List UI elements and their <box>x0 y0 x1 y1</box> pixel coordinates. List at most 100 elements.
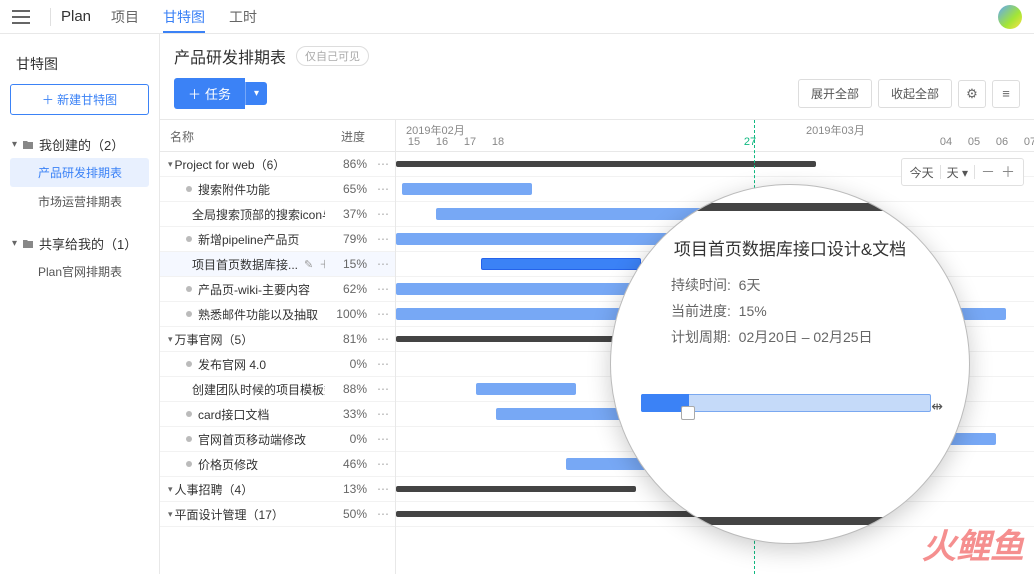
day-cell <box>792 136 820 148</box>
zoom-in-icon[interactable]: ＋ <box>1001 162 1015 182</box>
task-row[interactable]: ▾万事官网（5）81%⋯ <box>160 327 395 352</box>
task-row[interactable]: 创建团队时候的项目模板数据88%⋯ <box>160 377 395 402</box>
chevron-down-icon[interactable]: ▾ <box>168 159 173 170</box>
day-cell <box>624 136 652 148</box>
task-row[interactable]: 搜索附件功能65%⋯ <box>160 177 395 202</box>
more-icon[interactable]: ⋯ <box>371 432 395 446</box>
group-bar[interactable] <box>396 486 636 492</box>
chevron-down-icon[interactable]: ▾ <box>168 334 173 345</box>
tree-item[interactable]: 市场运营排期表 <box>10 187 149 216</box>
task-progress: 65% <box>325 182 371 196</box>
more-icon[interactable]: ⋯ <box>371 407 395 421</box>
day-cell: 06 <box>988 136 1016 148</box>
task-progress: 33% <box>325 407 371 421</box>
day-cell: 07 <box>1016 136 1034 148</box>
day-cell <box>904 136 932 148</box>
divider <box>50 8 51 26</box>
day-cell <box>512 136 540 148</box>
day-cell <box>876 136 904 148</box>
task-row[interactable]: ▾人事招聘（4）13%⋯ <box>160 477 395 502</box>
more-icon[interactable]: ⋯ <box>371 332 395 346</box>
task-bar[interactable] <box>402 183 532 195</box>
day-cell <box>568 136 596 148</box>
new-gantt-button[interactable]: ＋ 新建甘特图 <box>10 84 149 115</box>
edit-icon[interactable]: ✎ <box>304 258 313 271</box>
task-row[interactable]: 官网首页移动端修改 0%⋯ <box>160 427 395 452</box>
more-icon[interactable]: ⋯ <box>371 307 395 321</box>
task-row[interactable]: ▾Project for web（6）86%⋯ <box>160 152 395 177</box>
day-cell <box>708 136 736 148</box>
avatar[interactable] <box>998 5 1022 29</box>
task-row[interactable]: ▾平面设计管理（17）50%⋯ <box>160 502 395 527</box>
day-cell: 17 <box>456 136 484 148</box>
task-name: 官网首页移动端修改 <box>198 431 306 448</box>
nav-tab-1[interactable]: 甘特图 <box>163 0 205 33</box>
task-name: 万事官网（5） <box>175 331 254 348</box>
task-name: card接口文档 <box>198 406 269 423</box>
task-name: 价格页修改 <box>198 456 258 473</box>
more-icon[interactable]: ⋯ <box>371 207 395 221</box>
task-row[interactable]: 新增pipeline产品页79%⋯ <box>160 227 395 252</box>
more-icon[interactable]: ⋯ <box>371 357 395 371</box>
task-progress: 0% <box>325 432 371 446</box>
more-icon[interactable]: ⋯ <box>371 457 395 471</box>
task-row[interactable]: card接口文档 33%⋯ <box>160 402 395 427</box>
task-progress: 37% <box>325 207 371 221</box>
settings-icon[interactable]: ⚙ <box>958 80 986 108</box>
day-cell: 05 <box>960 136 988 148</box>
collapse-all-button[interactable]: 收起全部 <box>878 79 952 108</box>
menu-icon[interactable] <box>12 10 30 24</box>
chevron-down-icon[interactable]: ▾ <box>168 484 173 495</box>
progress-handle[interactable] <box>681 406 695 420</box>
task-row[interactable]: 熟悉邮件功能以及抽取 100%⋯ <box>160 302 395 327</box>
task-row[interactable]: 项目首页数据库接...✎＋15%⋯ <box>160 252 395 277</box>
add-task-dropdown[interactable]: ▾ <box>245 82 267 105</box>
task-name: 新增pipeline产品页 <box>198 231 299 248</box>
day-cell: 27 <box>736 136 764 148</box>
more-icon[interactable]: ⋯ <box>371 157 395 171</box>
more-icon[interactable]: ⋯ <box>371 257 395 271</box>
task-progress: 100% <box>325 307 371 321</box>
zoom-control[interactable]: 今天 天 ▾ － ＋ <box>901 158 1024 186</box>
task-row[interactable]: 产品页-wiki-主要内容62%⋯ <box>160 277 395 302</box>
expand-all-button[interactable]: 展开全部 <box>798 79 872 108</box>
task-progress: 15% <box>325 257 371 271</box>
task-progress: 13% <box>325 482 371 496</box>
task-progress: 46% <box>325 457 371 471</box>
list-icon[interactable]: ≡ <box>992 80 1020 108</box>
day-cell <box>820 136 848 148</box>
nav-tab-2[interactable]: 工时 <box>229 0 257 33</box>
task-row[interactable]: 价格页修改 46%⋯ <box>160 452 395 477</box>
more-icon[interactable]: ⋯ <box>371 482 395 496</box>
day-cell <box>764 136 792 148</box>
tree-group-1[interactable]: ▾共享给我的（1） <box>10 230 149 257</box>
day-cell <box>540 136 568 148</box>
today-button[interactable]: 今天 <box>910 164 934 181</box>
chevron-down-icon[interactable]: ▾ <box>168 509 173 520</box>
more-icon[interactable]: ⋯ <box>371 507 395 521</box>
unit-select[interactable]: 天 ▾ <box>947 164 968 181</box>
add-task-button[interactable]: ＋ 任务 <box>174 78 245 109</box>
task-progress: 88% <box>325 382 371 396</box>
task-name: 创建团队时候的项目模板数据 <box>192 381 325 398</box>
resize-handle-icon[interactable]: ⇹ <box>931 398 943 415</box>
zoom-out-icon[interactable]: － <box>981 162 995 182</box>
group-bar[interactable] <box>396 161 816 167</box>
more-icon[interactable]: ⋯ <box>371 282 395 296</box>
tree-item[interactable]: Plan官网排期表 <box>10 257 149 286</box>
task-name: 产品页-wiki-主要内容 <box>198 281 310 298</box>
day-cell: 18 <box>484 136 512 148</box>
day-cell <box>652 136 680 148</box>
more-icon[interactable]: ⋯ <box>371 382 395 396</box>
task-row[interactable]: 发布官网 4.00%⋯ <box>160 352 395 377</box>
sidebar-title: 甘特图 <box>10 54 149 84</box>
task-bar[interactable] <box>476 383 576 395</box>
visibility-badge[interactable]: 仅自己可见 <box>296 46 369 66</box>
tree-group-0[interactable]: ▾我创建的（2） <box>10 131 149 158</box>
tree-item[interactable]: 产品研发排期表 <box>10 158 149 187</box>
more-icon[interactable]: ⋯ <box>371 232 395 246</box>
nav-tab-0[interactable]: 项目 <box>111 0 139 33</box>
task-name: 熟悉邮件功能以及抽取 <box>198 306 318 323</box>
task-row[interactable]: 全局搜索顶部的搜索icon与关...37%⋯ <box>160 202 395 227</box>
more-icon[interactable]: ⋯ <box>371 182 395 196</box>
